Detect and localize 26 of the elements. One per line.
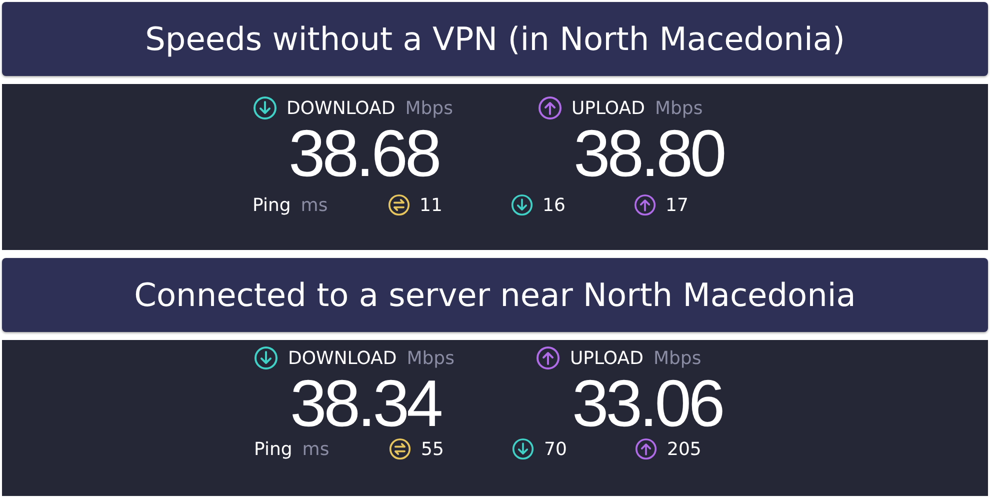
section-title: Connected to a server near North Macedonia xyxy=(134,276,856,314)
swap-arrows-icon xyxy=(388,194,410,216)
ping-value: 11 xyxy=(420,194,442,216)
download-label: DOWNLOAD xyxy=(288,348,397,368)
section-title: Speeds without a VPN (in North Macedonia) xyxy=(145,20,845,58)
ping-value: 205 xyxy=(667,438,702,460)
ping-value: 55 xyxy=(421,438,444,460)
download-speed: 38.68 xyxy=(288,120,439,186)
unit-label: ms xyxy=(302,438,330,460)
unit-label: Mbps xyxy=(405,98,453,118)
upload-speed: 38.80 xyxy=(574,120,726,186)
unit-label: ms xyxy=(300,194,328,216)
ping-label: Ping xyxy=(252,194,291,216)
upload-speed: 33.06 xyxy=(572,370,724,436)
download-label: DOWNLOAD xyxy=(286,98,396,118)
ping-value: 17 xyxy=(666,194,688,216)
upload-label: UPLOAD xyxy=(572,98,645,118)
unit-label: Mbps xyxy=(406,348,454,368)
unit-label: Mbps xyxy=(653,348,702,368)
download-speed: 38.34 xyxy=(290,370,441,436)
ping-value: 16 xyxy=(542,194,566,216)
unit-label: Mbps xyxy=(654,98,703,118)
ping-label: Ping xyxy=(254,438,292,460)
ping-value: 70 xyxy=(544,438,567,460)
swap-arrows-icon xyxy=(389,438,411,460)
upload-label: UPLOAD xyxy=(570,348,644,368)
